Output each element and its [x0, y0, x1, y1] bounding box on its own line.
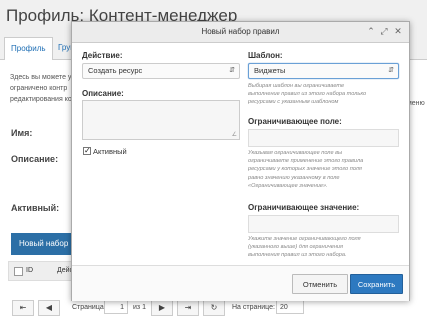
first-page-icon[interactable]: ⇤ [12, 300, 34, 316]
prev-page-icon[interactable]: ◀ [38, 300, 60, 316]
constraint-value-label: Ограничивающее значение: [248, 203, 360, 212]
collapse-icon[interactable]: ⌃ [366, 26, 376, 37]
maximize-icon[interactable]: ⤢ [379, 26, 389, 37]
constraint-value-input[interactable] [248, 215, 399, 233]
dialog-title: Новый набор правил [201, 27, 280, 36]
save-button[interactable]: Сохранить [350, 274, 403, 294]
hint-line: выполнения правил из этого набора. [248, 252, 347, 259]
hint-line: ресурсами у которых значение этого поля [248, 166, 362, 173]
hint-line: Укажите значение ограничивающего поля [248, 236, 361, 242]
refresh-icon[interactable]: ↻ [203, 300, 225, 316]
hint-line: Указывая ограничивающее поле вы [248, 150, 343, 156]
description-textarea[interactable]: ∠ [82, 100, 240, 140]
next-page-icon[interactable]: ▶ [151, 300, 173, 316]
template-label: Шаблон: [248, 51, 283, 60]
active-checkbox[interactable]: ✓ [83, 147, 91, 155]
dialog-header[interactable]: Новый набор правил ⌃ ⤢ ✕ [72, 22, 409, 43]
rule-set-dialog: Новый набор правил ⌃ ⤢ ✕ Действие: Созда… [71, 21, 410, 301]
hint-line: «Ограничивающее значение». [248, 182, 328, 189]
hint-line: ограничиваете применение этого правила [248, 158, 364, 165]
per-page-input[interactable]: 20 [276, 300, 304, 314]
template-select[interactable]: Виджеты ⇵ [248, 63, 399, 79]
column-id[interactable]: ID [26, 262, 33, 280]
constraint-field-input[interactable] [248, 129, 399, 147]
per-page-label: На странице: [232, 304, 275, 311]
page-number-input[interactable]: 1 [104, 300, 128, 314]
template-hint: Выбирая шаблон вы ограничиваете выполнен… [248, 82, 399, 107]
action-label: Действие: [82, 51, 123, 60]
select-all-checkbox[interactable] [14, 267, 23, 276]
dialog-footer: Отменить Сохранить [72, 265, 409, 301]
name-label: Имя: [11, 128, 33, 138]
grid-header: ID Дейс [8, 261, 80, 281]
hint-line: Выбирая шаблон вы ограничиваете [248, 83, 345, 89]
active-label: Активный: [11, 203, 60, 213]
constraint-field-label: Ограничивающее поле: [248, 117, 342, 126]
select-arrows-icon: ⇵ [229, 67, 235, 74]
select-arrows-icon: ⇵ [388, 67, 394, 74]
cancel-button[interactable]: Отменить [292, 274, 348, 294]
resize-handle-icon[interactable]: ∠ [232, 131, 237, 138]
hint-line: (указанного выше) для ограничения [248, 244, 344, 251]
description-label: Описание: [82, 89, 124, 98]
hint-line: ресурсами с указанным шаблоном [248, 99, 339, 106]
action-select[interactable]: Создать ресурс ⇵ [82, 63, 240, 79]
hint-line: выполнение правил из этого набора только [248, 91, 367, 98]
tab-profile[interactable]: Профиль [4, 37, 53, 61]
page-label: Страница [72, 304, 104, 311]
active-checkbox-label[interactable]: Активный [93, 147, 127, 156]
action-select-value: Создать ресурс [88, 66, 143, 75]
constraint-field-hint: Указывая ограничивающее поле вы ограничи… [248, 149, 399, 190]
hint-line: равно значению указанному в поле [248, 174, 340, 181]
constraint-value-hint: Укажите значение ограничивающего поля (у… [248, 235, 399, 260]
description-label: Описание: [11, 154, 59, 164]
page-count-label: из 1 [133, 304, 146, 311]
last-page-icon[interactable]: ⇥ [177, 300, 199, 316]
template-select-value: Виджеты [254, 66, 286, 75]
close-icon[interactable]: ✕ [393, 26, 403, 37]
